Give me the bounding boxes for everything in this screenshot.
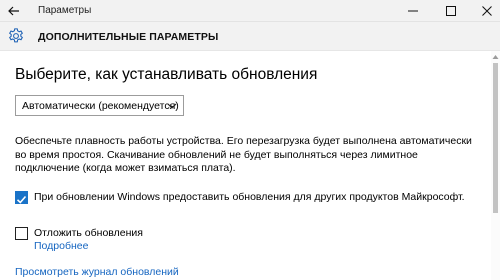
update-history-link[interactable]: Просмотреть журнал обновлений (15, 266, 179, 278)
defer-updates-checkbox[interactable] (15, 227, 28, 240)
title-bar: Параметры (0, 0, 500, 22)
section-heading: Выберите, как устанавливать обновления (15, 66, 318, 83)
chevron-down-icon (167, 103, 177, 109)
scroll-up-icon[interactable] (492, 54, 499, 60)
page-title: ДОПОЛНИТЕЛЬНЫЕ ПАРАМЕТРЫ (38, 31, 219, 43)
scrollbar[interactable] (491, 51, 500, 280)
install-mode-dropdown[interactable]: Автоматически (рекомендуется) (15, 95, 184, 116)
page-header: ДОПОЛНИТЕЛЬНЫЕ ПАРАМЕТРЫ (0, 22, 500, 51)
back-button[interactable] (0, 0, 28, 22)
install-mode-value: Автоматически (рекомендуется) (22, 100, 179, 112)
checkmark-icon (16, 195, 27, 204)
defer-updates-label[interactable]: Отложить обновления (34, 227, 143, 239)
share-updates-label[interactable]: При обновлении Windows предоставить обно… (34, 191, 465, 203)
gear-icon (9, 28, 23, 43)
close-button[interactable] (472, 0, 500, 22)
minimize-icon (408, 10, 418, 12)
minimize-button[interactable] (398, 0, 428, 22)
maximize-icon (446, 6, 456, 16)
description-text: Обеспечьте плавность работы устройства. … (15, 135, 472, 174)
scrollbar-thumb[interactable] (493, 63, 498, 213)
maximize-button[interactable] (436, 0, 466, 22)
window-title: Параметры (38, 5, 92, 16)
arrow-left-icon (8, 6, 19, 16)
learn-more-link[interactable]: Подробнее (34, 240, 88, 252)
close-icon (482, 6, 492, 16)
share-updates-checkbox[interactable] (15, 191, 28, 204)
